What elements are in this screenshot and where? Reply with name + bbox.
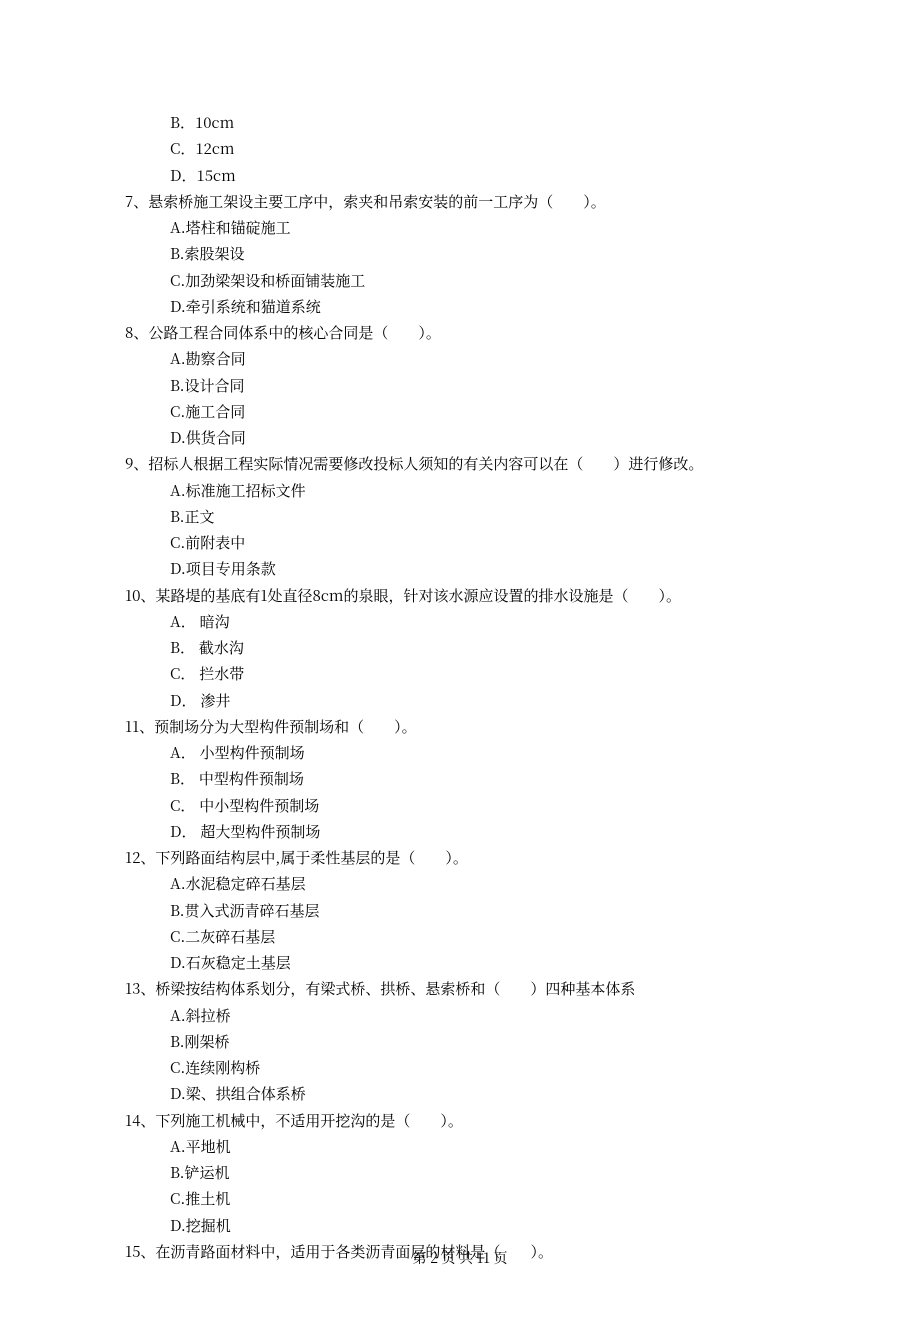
q10-option-a: A． 暗沟: [125, 609, 795, 635]
q8-option-a: A.勘察合同: [125, 346, 795, 372]
q14-stem: 14、下列施工机械中，不适用开挖沟的是（ ）。: [125, 1108, 795, 1134]
q13-stem: 13、桥梁按结构体系划分，有梁式桥、拱桥、悬索桥和（ ）四种基本体系: [125, 976, 795, 1002]
q9-option-c: C.前附表中: [125, 530, 795, 556]
page-number: 第 2 页 共 11 页: [0, 1246, 920, 1271]
q11-option-c: C． 中小型构件预制场: [125, 793, 795, 819]
q13-option-a: A.斜拉桥: [125, 1003, 795, 1029]
q14-option-a: A.平地机: [125, 1134, 795, 1160]
q12-option-d: D.石灰稳定土基层: [125, 950, 795, 976]
q13-option-d: D.梁、拱组合体系桥: [125, 1081, 795, 1107]
q11-option-d: D． 超大型构件预制场: [125, 819, 795, 845]
q10-option-d: D． 渗井: [125, 688, 795, 714]
q6-option-b: B．10cm: [125, 110, 795, 136]
q10-stem: 10、某路堤的基底有1处直径8cm的泉眼，针对该水源应设置的排水设施是（ ）。: [125, 583, 795, 609]
q11-stem: 11、预制场分为大型构件预制场和（ ）。: [125, 714, 795, 740]
q9-option-a: A.标准施工招标文件: [125, 478, 795, 504]
q14-option-c: C.推土机: [125, 1186, 795, 1212]
q7-option-b: B.索股架设: [125, 241, 795, 267]
q7-option-c: C.加劲梁架设和桥面铺装施工: [125, 268, 795, 294]
q8-stem: 8、公路工程合同体系中的核心合同是（ ）。: [125, 320, 795, 346]
q12-option-b: B.贯入式沥青碎石基层: [125, 898, 795, 924]
q14-option-b: B.铲运机: [125, 1160, 795, 1186]
q12-stem: 12、下列路面结构层中,属于柔性基层的是（ ）。: [125, 845, 795, 871]
q13-option-b: B.刚架桥: [125, 1029, 795, 1055]
q14-option-d: D.挖掘机: [125, 1213, 795, 1239]
q12-option-a: A.水泥稳定碎石基层: [125, 871, 795, 897]
page-container: B．10cm C．12cm D．15cm 7、悬索桥施工架设主要工序中，索夹和吊…: [0, 0, 920, 1325]
q8-option-b: B.设计合同: [125, 373, 795, 399]
q12-option-c: C.二灰碎石基层: [125, 924, 795, 950]
q7-option-a: A.塔柱和锚碇施工: [125, 215, 795, 241]
q11-option-a: A． 小型构件预制场: [125, 740, 795, 766]
q6-option-d: D．15cm: [125, 163, 795, 189]
q6-option-c: C．12cm: [125, 136, 795, 162]
q8-option-c: C.施工合同: [125, 399, 795, 425]
q9-option-b: B.正文: [125, 504, 795, 530]
q10-option-b: B． 截水沟: [125, 635, 795, 661]
q9-stem: 9、招标人根据工程实际情况需要修改投标人须知的有关内容可以在（ ）进行修改。: [125, 451, 795, 477]
q7-option-d: D.牵引系统和猫道系统: [125, 294, 795, 320]
q10-option-c: C． 拦水带: [125, 661, 795, 687]
q9-option-d: D.项目专用条款: [125, 556, 795, 582]
q8-option-d: D.供货合同: [125, 425, 795, 451]
q7-stem: 7、悬索桥施工架设主要工序中，索夹和吊索安装的前一工序为（ ）。: [125, 189, 795, 215]
q11-option-b: B． 中型构件预制场: [125, 766, 795, 792]
q13-option-c: C.连续刚构桥: [125, 1055, 795, 1081]
